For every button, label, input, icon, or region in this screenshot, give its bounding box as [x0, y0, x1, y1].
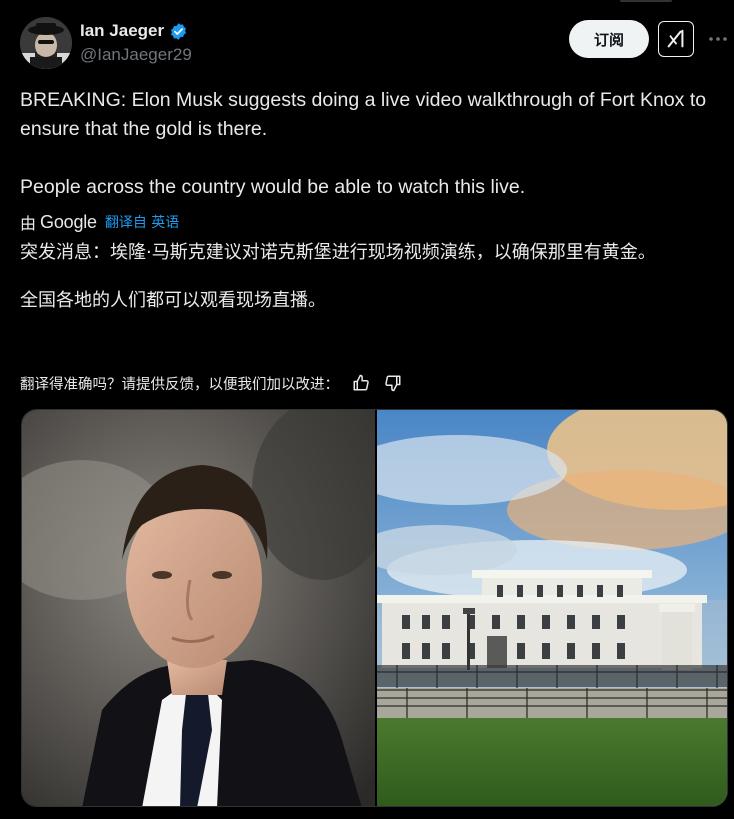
translated-text: 突发消息：埃隆·马斯克建议对诺克斯堡进行现场视频演练，以确保那里有黄金。 全国各… — [20, 240, 720, 314]
author-block: Ian Jaeger @IanJaeger29 — [80, 19, 192, 65]
top-divider — [620, 0, 672, 2]
handle[interactable]: @IanJaeger29 — [80, 45, 192, 65]
tweet-paragraph: BREAKING: Elon Musk suggests doing a liv… — [20, 89, 707, 140]
translated-from-link[interactable]: 翻译自 英语 — [105, 212, 179, 232]
subscribe-button[interactable]: 订阅 — [569, 20, 649, 58]
avatar[interactable] — [20, 17, 72, 69]
tweet-header: Ian Jaeger @IanJaeger29 订阅 — [20, 17, 727, 71]
translation-attribution: 由 Google 翻译自 英语 — [20, 209, 179, 235]
tweet-text: BREAKING: Elon Musk suggests doing a liv… — [20, 86, 720, 202]
grok-icon[interactable] — [658, 21, 694, 57]
display-name[interactable]: Ian Jaeger — [80, 21, 164, 41]
display-name-row[interactable]: Ian Jaeger — [80, 19, 192, 43]
thumbs-up-icon[interactable] — [351, 373, 371, 393]
translated-paragraph: 突发消息：埃隆·马斯克建议对诺克斯堡进行现场视频演练，以确保那里有黄金。 — [20, 242, 656, 263]
more-icon[interactable] — [706, 27, 730, 51]
google-logo: Google — [40, 211, 97, 232]
translation-feedback: 翻译得准确吗？请提供反馈，以便我们加以改进： — [20, 371, 403, 395]
photo-portrait[interactable] — [22, 410, 375, 806]
photo-building[interactable] — [377, 410, 727, 806]
media-grid — [21, 409, 728, 807]
thumbs-down-icon[interactable] — [383, 373, 403, 393]
feedback-prompt: 翻译得准确吗？请提供反馈，以便我们加以改进： — [20, 376, 339, 393]
verified-badge-icon[interactable] — [169, 22, 188, 41]
translated-paragraph: 全国各地的人们都可以观看现场直播。 — [20, 290, 326, 311]
by-label: 由 — [20, 214, 37, 233]
tweet-paragraph: People across the country would be able … — [20, 176, 526, 198]
